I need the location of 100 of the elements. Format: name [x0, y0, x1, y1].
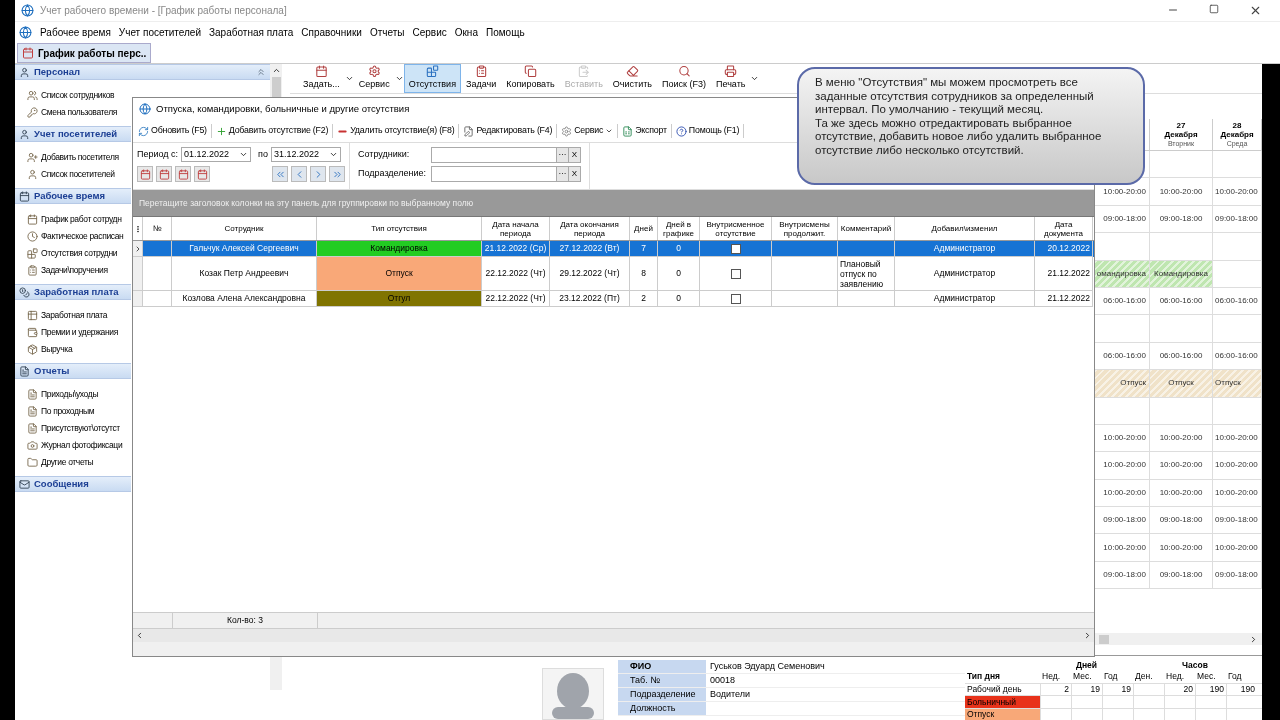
day-type-value: 20 — [1183, 683, 1193, 696]
calendar-button[interactable] — [137, 166, 153, 182]
toolbar-button[interactable]: Экспорт — [620, 124, 672, 138]
menu-item[interactable]: Отчеты — [369, 24, 405, 40]
scroll-right-icon[interactable] — [1249, 634, 1258, 644]
calendar-button[interactable] — [175, 166, 191, 182]
scrollbar-thumb[interactable] — [1099, 634, 1109, 644]
sidebar-item[interactable]: Приходы\уходы — [27, 388, 99, 401]
column-header[interactable]: № — [143, 217, 172, 240]
sidebar-item[interactable]: Другие отчеты — [27, 456, 94, 469]
sidebar-group-header[interactable]: Сообщения — [15, 476, 131, 492]
column-header[interactable]: Дата документа — [1035, 217, 1093, 240]
toolbar-button[interactable]: Отсутствия — [403, 64, 461, 93]
row-header-cell[interactable] — [133, 257, 143, 291]
sidebar-item[interactable]: Заработная плата — [27, 309, 108, 322]
filter-field[interactable]: ··· X — [430, 165, 581, 182]
caret-icon[interactable] — [344, 74, 354, 83]
toolbar-button[interactable]: Редактировать (F4) — [461, 124, 558, 138]
checkbox[interactable] — [730, 268, 741, 279]
column-header[interactable]: Комментарий — [838, 217, 895, 240]
schedule-cell — [1150, 315, 1213, 343]
calendar-icon — [158, 168, 170, 180]
menu-item[interactable]: Заработная плата — [209, 24, 294, 40]
table-row[interactable]: Козак Петр Андреевич Отпуск 22.12.2022 (Чт) 29.12.2022 (Чт) 8 0 Плановый отпуск по заявлению Администратор 21.12.2022 — [133, 257, 1094, 291]
arrow-button[interactable] — [272, 166, 288, 182]
sidebar-item[interactable]: График работ сотрудн — [27, 213, 122, 226]
calendar-button[interactable] — [156, 166, 172, 182]
checkbox[interactable] — [730, 293, 741, 304]
sidebar-item[interactable]: Журнал фотофиксаци — [27, 439, 123, 452]
sidebar-group-header[interactable]: Рабочее время — [15, 188, 131, 204]
sidebar-item[interactable]: По проходным — [27, 405, 95, 418]
menu-item[interactable]: Рабочее время — [40, 24, 111, 40]
filter-field[interactable]: ··· X — [430, 146, 581, 163]
toolbar-button[interactable]: Копировать — [501, 64, 560, 93]
caret-icon[interactable] — [750, 74, 760, 83]
column-header[interactable]: Дата начала периода — [482, 217, 550, 240]
column-header[interactable]: Дней в графике — [658, 217, 700, 240]
column-header[interactable]: Тип отсутствия — [317, 217, 482, 240]
document-tab[interactable]: График работы перс.. — [17, 43, 152, 63]
sidebar-group-header[interactable]: Заработная плата — [15, 284, 131, 300]
day-type-name: Рабочий день — [966, 683, 1023, 696]
sidebar-group-header[interactable]: Персонал — [15, 64, 131, 80]
toolbar-button[interactable]: Задачи — [461, 64, 502, 93]
sidebar-item[interactable]: Премии и удержания — [27, 326, 118, 339]
person-silhouette-icon — [550, 671, 596, 719]
table-row[interactable]: Козлова Алена Александровна Отгул 22.12.2022 (Чт) 23.12.2022 (Пт) 2 0 Администратор 21.12.2022 — [133, 291, 1094, 307]
column-header[interactable]: Добавил\изменил — [895, 217, 1035, 240]
toolbar-button[interactable]: Сервис — [353, 64, 395, 93]
menu-item[interactable]: Окна — [454, 24, 478, 40]
sidebar-item[interactable]: Присутствуют\отсутст — [27, 422, 120, 435]
eraser-icon — [625, 65, 639, 78]
horizontal-scrollbar[interactable] — [1095, 633, 1262, 645]
close-icon[interactable] — [1249, 4, 1262, 17]
menu-item[interactable]: Помощь — [485, 24, 525, 40]
ellipsis-button[interactable]: ··· — [556, 147, 568, 162]
toolbar-button[interactable]: Печать — [711, 64, 751, 93]
scroll-right-icon[interactable] — [1083, 631, 1092, 640]
maximize-icon[interactable] — [1209, 4, 1219, 14]
date-select[interactable]: 01.12.2022 — [181, 147, 252, 162]
sidebar-item[interactable]: Список посетителей — [27, 168, 115, 181]
sidebar-group-header[interactable]: Отчеты — [15, 363, 131, 379]
checkbox[interactable] — [730, 243, 741, 254]
toolbar-button[interactable]: Помощь (F1) — [673, 124, 745, 138]
ellipsis-button[interactable]: ··· — [556, 166, 568, 181]
toolbar-button[interactable]: Сервис — [559, 124, 619, 138]
table-row[interactable]: Гальчук Алексей Сергеевич Командировка 21.12.2022 (Ср) 27.12.2022 (Вт) 7 0 Администратор 20.12.2022 — [133, 241, 1094, 257]
clear-button[interactable]: X — [568, 147, 580, 162]
scroll-up-icon[interactable] — [271, 66, 281, 75]
clear-button[interactable]: X — [568, 166, 580, 181]
menu-item[interactable]: Справочники — [301, 24, 362, 40]
sidebar-item[interactable]: Фактическое расписан — [27, 230, 124, 243]
column-header[interactable]: Сотрудник — [172, 217, 317, 240]
sidebar-item[interactable]: Отсутствия сотрудни — [27, 247, 118, 260]
sidebar-item[interactable]: Список сотрудников — [27, 89, 115, 102]
sidebar-item[interactable]: Выручка — [27, 343, 73, 356]
column-header[interactable]: Внутрисмены продолжит. — [772, 217, 838, 240]
date-select[interactable]: 31.12.2022 — [270, 147, 341, 162]
sidebar-group-header[interactable]: Учет посетителей — [15, 126, 131, 142]
menu-item[interactable]: Учет посетителей — [118, 24, 201, 40]
column-header[interactable]: Внутрисменное отсутствие — [700, 217, 772, 240]
column-header[interactable]: Дата окончания периода — [550, 217, 630, 240]
caret-icon[interactable] — [394, 74, 404, 83]
toolbar-button[interactable]: Удалить отсутствие(я) (F8) — [335, 124, 460, 138]
toolbar-button[interactable]: Очистить — [607, 64, 658, 93]
toolbar-button[interactable]: Задать... — [298, 64, 345, 93]
collapse-icon[interactable] — [256, 67, 266, 77]
row-header-cell[interactable] — [133, 241, 143, 257]
horizontal-scrollbar[interactable] — [133, 628, 1094, 642]
row-header-cell[interactable] — [133, 291, 143, 307]
calendar-button[interactable] — [194, 166, 210, 182]
toolbar-button[interactable]: Добавить отсутствие (F2) — [213, 124, 334, 138]
toolbar-button[interactable]: Обновить (F5) — [136, 124, 212, 138]
scroll-left-icon[interactable] — [135, 631, 144, 640]
column-header[interactable]: Дней — [630, 217, 658, 240]
sidebar-item[interactable]: Добавить посетителя — [27, 151, 119, 164]
menu-item[interactable]: Сервис — [412, 24, 447, 40]
sidebar-item[interactable]: Задачи\поручения — [27, 264, 108, 277]
sidebar-item[interactable]: Смена пользователя — [27, 106, 118, 119]
hint-text: Та же здесь можно отредактировать выбранное отсутствие, добавить новое либо удалить выбранное отсутствие либо несколько отсутствий. — [815, 116, 1103, 157]
toolbar-button[interactable]: Поиск (F3) — [657, 64, 711, 93]
